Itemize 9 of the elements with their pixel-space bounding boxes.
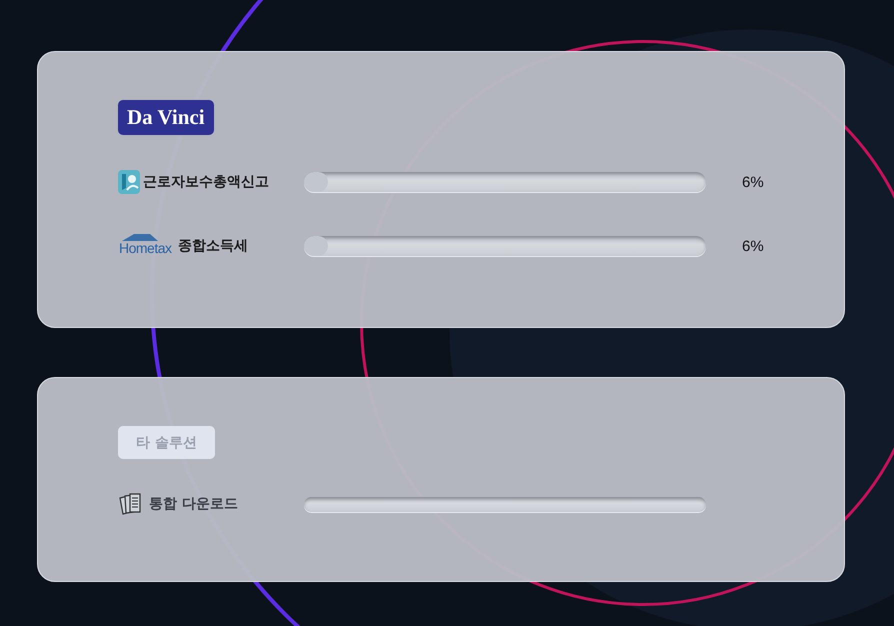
task-label: 통합 다운로드 [149,495,238,513]
progress-percent: 6% [742,238,764,254]
section-badge: Da Vinci [118,100,214,135]
section-badge: 타 솔루션 [118,426,215,459]
hometax-logo: Hometax [118,233,172,259]
task-label: 종합소득세 [178,237,248,255]
app-logo-icon [118,170,140,194]
progress-percent: 6% [742,174,764,190]
task-label: 근로자보수총액신고 [143,173,269,191]
